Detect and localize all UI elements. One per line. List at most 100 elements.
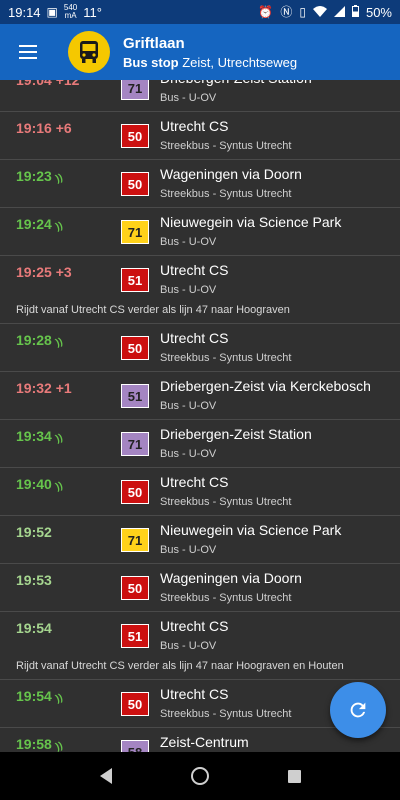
departure-time: 19:34)) [16,428,64,445]
departure-time-value: 19:23 [16,168,52,184]
operator: Bus - U-OV [160,640,217,652]
operator: Streekbus - Syntus Utrecht [160,496,292,508]
wifi-icon [312,5,327,19]
hamburger-menu-icon [19,45,37,59]
stop-type: Bus stop [123,54,179,70]
operator: Bus - U-OV [160,284,217,296]
operator: Bus - U-OV [160,92,217,104]
departure-note: Rijdt vanaf Utrecht CS verder als lijn 4… [16,660,344,672]
departure-time-value: 19:58 [16,736,52,752]
destination: Utrecht CS [160,330,229,346]
departure-row[interactable]: 19:04 +12 71 Driebergen-Zeist Station Bus -… [0,80,400,112]
vibrate-icon: ▯ [299,5,306,19]
home-icon[interactable] [190,767,209,785]
stop-title: Griftlaan [123,34,185,52]
line-badge: 50 [121,172,149,196]
departure-row[interactable]: 19:28)) 50 Utrecht CS Streekbus - Syntus Ut… [0,324,400,372]
status-bar: 19:14 ▣ 540 mA 11° ⏰ Ⓝ ▯ 50% [0,0,400,24]
back-icon[interactable] [99,768,112,784]
departure-time-value: 19:16 [16,120,52,136]
departure-row[interactable]: 19:54 51 Utrecht CS Bus - U-OV Rijdt vanaf U… [0,612,400,680]
operator: Bus - U-OV [160,544,217,556]
departure-row[interactable]: 19:23)) 50 Wageningen via Doorn Streekbus -… [0,160,400,208]
delay-value: +6 [55,120,72,136]
destination: Wageningen via Doorn [160,570,302,586]
line-badge: 58 [121,740,149,752]
destination: Driebergen-Zeist via Kerckebosch [160,378,371,394]
nfc-icon: Ⓝ [280,5,293,19]
departure-time: 19:32 +1 [16,380,72,396]
departure-row[interactable]: 19:32 +1 51 Driebergen-Zeist via Kerckebos… [0,372,400,420]
line-badge: 71 [121,80,149,100]
departure-list[interactable]: 19:04 +12 71 Driebergen-Zeist Station Bus -… [0,80,400,752]
line-badge: 50 [121,124,149,148]
departure-time-value: 19:52 [16,524,52,540]
bus-icon [68,31,110,73]
departure-row[interactable]: 19:40)) 50 Utrecht CS Streekbus - Syntus Ut… [0,468,400,516]
destination: Utrecht CS [160,474,229,490]
realtime-icon: )) [54,480,65,493]
departure-time-value: 19:34 [16,428,52,444]
destination: Utrecht CS [160,262,229,278]
app-root: 19:14 ▣ 540 mA 11° ⏰ Ⓝ ▯ 50% Griftlaan B… [0,0,400,800]
realtime-icon: )) [54,692,65,705]
departure-time-value: 19:28 [16,332,52,348]
departure-time: 19:25 +3 [16,264,72,280]
stop-subtitle: Bus stop Zeist, Utrechtseweg [123,55,297,70]
operator: Streekbus - Syntus Utrecht [160,140,292,152]
departure-time-value: 19:32 [16,380,52,396]
delay-value: +3 [55,264,72,280]
departure-row[interactable]: 19:25 +3 51 Utrecht CS Bus - U-OV Rijdt vana… [0,256,400,324]
data-rate: 540 mA [64,4,77,20]
delay-value: +1 [55,380,72,396]
departure-time: 19:54)) [16,688,65,705]
departure-time: 19:58)) [16,736,65,752]
status-time: 19:14 [8,4,41,20]
line-badge: 50 [121,576,149,600]
line-badge: 71 [121,220,149,244]
line-badge: 51 [121,624,149,648]
line-badge: 71 [121,528,149,552]
realtime-icon: )) [54,172,65,185]
realtime-icon: )) [54,740,65,752]
departure-note: Rijdt vanaf Utrecht CS verder als lijn 4… [16,304,290,316]
system-nav-bar [0,752,400,800]
departure-time: 19:04 +12 [16,80,79,88]
operator: Bus - U-OV [160,400,217,412]
realtime-icon: )) [54,336,65,349]
line-badge: 50 [121,336,149,360]
departure-row[interactable]: 19:34)) 71 Driebergen-Zeist Station Bus - U… [0,420,400,468]
battery-percent: 50% [365,4,392,20]
departure-time: 19:28)) [16,332,65,349]
line-badge: 50 [121,692,149,716]
departure-row[interactable]: 19:16 +6 50 Utrecht CS Streekbus - Syntus U… [0,112,400,160]
operator: Streekbus - Syntus Utrecht [160,592,292,604]
line-badge: 50 [121,480,149,504]
departure-time: 19:23)) [16,168,65,185]
departure-row[interactable]: 19:53 50 Wageningen via Doorn Streekbus - S… [0,564,400,612]
destination: Utrecht CS [160,686,229,702]
realtime-icon: )) [54,220,65,233]
data-rate-unit: mA [64,11,77,20]
departure-time-value: 19:53 [16,572,52,588]
refresh-icon [350,702,366,718]
status-temperature: 11° [83,4,102,20]
operator: Streekbus - Syntus Utrecht [160,188,292,200]
operator: Streekbus - Syntus Utrecht [160,352,292,364]
refresh-button[interactable] [330,682,386,738]
departure-time: 19:52 [16,524,52,540]
menu-button[interactable] [0,24,56,80]
stop-titles: Griftlaan Bus stop Zeist, Utrechtseweg [123,35,297,70]
departure-row[interactable]: 19:24)) 71 Nieuwegein via Science Park Bus … [0,208,400,256]
alarm-icon: ⏰ [258,5,274,19]
destination: Nieuwegein via Science Park [160,522,342,538]
operator: Streekbus - Syntus Utrecht [160,708,292,720]
recent-apps-icon[interactable] [287,769,301,783]
destination: Utrecht CS [160,618,229,634]
departure-time-value: 19:54 [16,688,52,704]
destination: Utrecht CS [160,118,229,134]
departure-time: 19:53 [16,572,52,588]
departure-row[interactable]: 19:52 71 Nieuwegein via Science Park Bus - … [0,516,400,564]
departure-time: 19:54 [16,620,52,636]
departure-time-value: 19:40 [16,476,52,492]
